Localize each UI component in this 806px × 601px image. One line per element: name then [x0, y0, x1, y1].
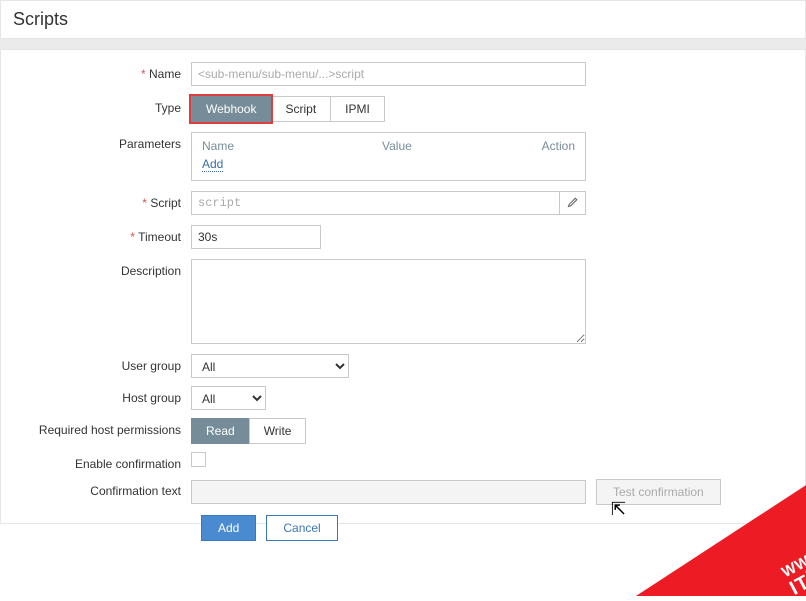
parameters-col-value: Value	[382, 139, 525, 153]
script-label: Script	[21, 191, 191, 210]
pencil-icon	[567, 196, 579, 211]
parameters-box: Name Value Action Add	[191, 132, 586, 181]
cancel-button[interactable]: Cancel	[266, 515, 337, 541]
type-option-webhook[interactable]: Webhook	[191, 96, 271, 122]
host-group-label: Host group	[21, 386, 191, 405]
form-panel: Name Type Webhook Script IPMI Parameters…	[0, 49, 806, 524]
name-label: Name	[21, 62, 191, 81]
type-option-ipmi[interactable]: IPMI	[330, 96, 385, 122]
form-actions: Add Cancel	[201, 515, 785, 541]
type-option-script[interactable]: Script	[270, 96, 331, 122]
add-button[interactable]: Add	[201, 515, 256, 541]
name-input[interactable]	[191, 62, 586, 86]
test-confirmation-button: Test confirmation	[596, 479, 721, 505]
page-header: Scripts	[0, 0, 806, 39]
enable-confirmation-checkbox[interactable]	[191, 452, 206, 467]
permission-read[interactable]: Read	[191, 418, 250, 444]
page-title: Scripts	[13, 9, 793, 30]
timeout-input[interactable]	[191, 225, 321, 249]
description-label: Description	[21, 259, 191, 278]
user-group-select[interactable]: All	[191, 354, 349, 378]
type-label: Type	[21, 96, 191, 115]
enable-confirmation-label: Enable confirmation	[21, 452, 191, 471]
parameters-col-name: Name	[202, 139, 382, 153]
confirmation-text-input	[191, 480, 586, 504]
type-segmented: Webhook Script IPMI	[191, 96, 385, 122]
script-input[interactable]	[191, 191, 560, 215]
parameters-col-action: Action	[525, 139, 575, 153]
permission-write[interactable]: Write	[249, 418, 307, 444]
parameters-add-link[interactable]: Add	[202, 157, 223, 172]
timeout-label: Timeout	[21, 225, 191, 244]
permissions-segmented: Read Write	[191, 418, 306, 444]
permissions-label: Required host permissions	[21, 418, 191, 437]
parameters-header: Name Value Action	[202, 139, 575, 153]
description-textarea[interactable]	[191, 259, 586, 344]
host-group-select[interactable]: All	[191, 386, 266, 410]
confirmation-text-label: Confirmation text	[21, 479, 191, 498]
parameters-label: Parameters	[21, 132, 191, 151]
watermark-line2: IT运维空间	[783, 526, 806, 600]
script-edit-button[interactable]	[560, 191, 586, 215]
user-group-label: User group	[21, 354, 191, 373]
divider	[0, 39, 806, 49]
